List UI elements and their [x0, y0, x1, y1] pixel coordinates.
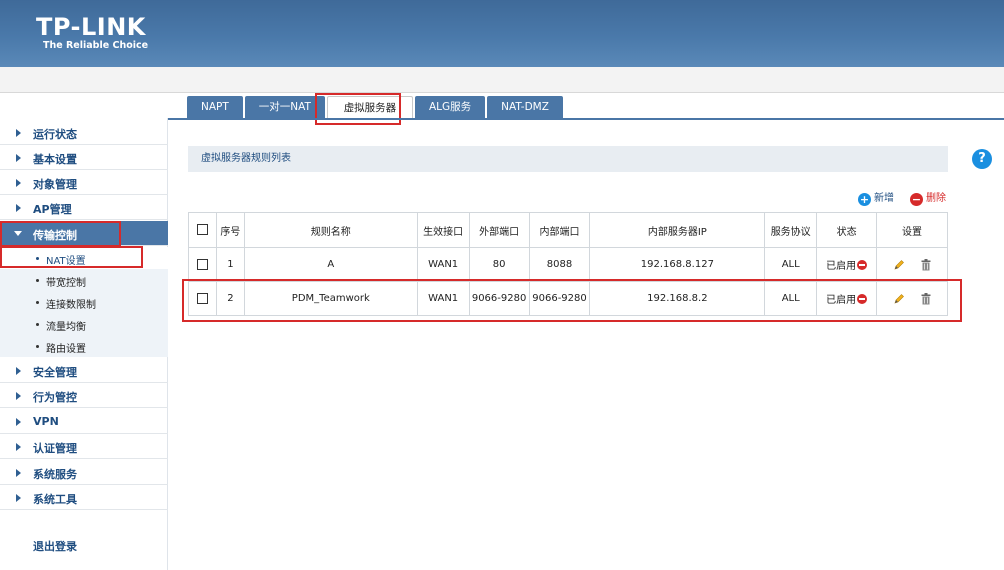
plus-icon: + — [858, 193, 871, 206]
col-index: 序号 — [215, 212, 245, 248]
sidebar-item-system-tools[interactable]: 系统工具 — [0, 485, 168, 510]
sidebar-item-system-services[interactable]: 系统服务 — [0, 460, 168, 485]
sidebar: 运行状态 基本设置 对象管理 AP管理 传输控制 NAT设置 带宽控制 连接数限… — [0, 118, 168, 570]
caret-right-icon — [16, 154, 21, 162]
cell-interface: WAN1 — [416, 247, 470, 282]
brand-name: TP-LINK — [36, 13, 146, 41]
cell-status: 已启用 — [816, 247, 878, 282]
sidebar-subitem-load-balance[interactable]: 流量均衡 — [0, 313, 168, 335]
sidebar-item-label: 对象管理 — [33, 178, 77, 191]
select-all-cell[interactable] — [188, 212, 217, 248]
caret-right-icon — [16, 443, 21, 451]
sidebar-item-label: 运行状态 — [33, 128, 77, 141]
caret-right-icon — [16, 204, 21, 212]
cell-settings — [876, 247, 948, 282]
logout-link[interactable]: 退出登录 — [33, 538, 77, 554]
caret-right-icon — [16, 392, 21, 400]
caret-right-icon — [16, 494, 21, 502]
select-all-checkbox[interactable] — [196, 224, 208, 236]
tab-napt[interactable]: NAPT — [187, 96, 243, 118]
sidebar-item-behavior-control[interactable]: 行为管控 — [0, 383, 168, 408]
cell-external-port: 80 — [468, 247, 530, 282]
sidebar-item-label: 基本设置 — [33, 153, 77, 166]
sidebar-subitem-label: 带宽控制 — [46, 278, 86, 289]
sidebar-highlight-box — [0, 221, 121, 247]
caret-right-icon — [16, 367, 21, 375]
cell-server-ip: 192.168.8.127 — [589, 247, 766, 282]
sidebar-item-auth-management[interactable]: 认证管理 — [0, 434, 168, 459]
sidebar-item-label: VPN — [33, 415, 59, 428]
add-button[interactable]: + 新增 — [858, 191, 894, 207]
col-server-ip: 内部服务器IP — [589, 212, 766, 248]
sidebar-item-basic-settings[interactable]: 基本设置 — [0, 145, 168, 170]
delete-button[interactable]: − 删除 — [910, 191, 946, 207]
col-status: 状态 — [816, 212, 878, 248]
bullet-icon — [36, 279, 39, 282]
delete-label: 删除 — [926, 193, 946, 204]
sidebar-subitem-bandwidth-control[interactable]: 带宽控制 — [0, 269, 168, 291]
panel-title: 虚拟服务器规则列表 — [188, 146, 948, 172]
cell-index: 1 — [215, 247, 245, 282]
caret-right-icon — [16, 179, 21, 187]
tab-underline — [168, 118, 1004, 120]
sidebar-subitem-label: 路由设置 — [46, 344, 86, 355]
top-header: TP-LINK The Reliable Choice — [0, 0, 1004, 67]
sidebar-item-ap-management[interactable]: AP管理 — [0, 195, 168, 220]
disable-toggle-icon[interactable] — [857, 260, 868, 270]
bullet-icon — [36, 301, 39, 304]
sidebar-item-label: AP管理 — [33, 203, 72, 216]
brand-logo: TP-LINK The Reliable Choice — [36, 14, 148, 51]
help-icon[interactable]: ? — [972, 149, 992, 169]
subitem-highlight-box — [0, 246, 143, 268]
caret-right-icon — [16, 418, 21, 426]
sidebar-item-label: 认证管理 — [33, 442, 77, 455]
tab-nat-dmz[interactable]: NAT-DMZ — [487, 96, 563, 118]
bullet-icon — [36, 345, 39, 348]
sidebar-item-label: 安全管理 — [33, 366, 77, 379]
brand-tagline: The Reliable Choice — [43, 40, 149, 51]
sidebar-subitem-connection-limit[interactable]: 连接数限制 — [0, 291, 168, 313]
col-external-port: 外部端口 — [468, 212, 530, 248]
col-protocol: 服务协议 — [764, 212, 818, 248]
col-internal-port: 内部端口 — [528, 212, 591, 248]
edit-icon[interactable] — [893, 259, 905, 271]
trash-icon[interactable] — [921, 258, 931, 271]
bullet-icon — [36, 323, 39, 326]
sidebar-item-security[interactable]: 安全管理 — [0, 358, 168, 383]
caret-right-icon — [16, 129, 21, 137]
row-select-cell[interactable] — [188, 247, 217, 282]
row-checkbox[interactable] — [196, 258, 208, 270]
tab-one-to-one-nat[interactable]: 一对一NAT — [244, 96, 325, 118]
header-subbar — [0, 67, 1004, 93]
cell-rule-name: A — [243, 247, 418, 282]
cell-protocol: ALL — [764, 247, 818, 282]
sidebar-subitem-label: 连接数限制 — [46, 300, 96, 311]
table-row: 1 A WAN1 80 8088 192.168.8.127 ALL 已启用 — [188, 247, 948, 282]
status-text: 已启用 — [826, 261, 857, 272]
sidebar-item-label: 系统服务 — [33, 468, 77, 481]
sidebar-item-label: 行为管控 — [33, 391, 77, 404]
table-header-row: 序号 规则名称 生效接口 外部端口 内部端口 内部服务器IP 服务协议 状态 设… — [188, 212, 948, 248]
col-rule-name: 规则名称 — [243, 212, 418, 248]
sidebar-item-status[interactable]: 运行状态 — [0, 120, 168, 145]
col-settings: 设置 — [876, 212, 948, 248]
row-highlight-box — [182, 279, 962, 322]
add-label: 新增 — [874, 193, 894, 204]
sidebar-item-label: 系统工具 — [33, 493, 77, 506]
cell-internal-port: 8088 — [528, 247, 591, 282]
sidebar-subitem-label: 流量均衡 — [46, 322, 86, 333]
tab-alg-service[interactable]: ALG服务 — [414, 96, 486, 118]
sidebar-item-vpn[interactable]: VPN — [0, 409, 168, 434]
sidebar-item-object-management[interactable]: 对象管理 — [0, 170, 168, 195]
tab-highlight-box — [315, 93, 401, 125]
minus-icon: − — [910, 193, 923, 206]
caret-right-icon — [16, 469, 21, 477]
col-interface: 生效接口 — [416, 212, 470, 248]
sidebar-subitem-routing[interactable]: 路由设置 — [0, 335, 168, 357]
